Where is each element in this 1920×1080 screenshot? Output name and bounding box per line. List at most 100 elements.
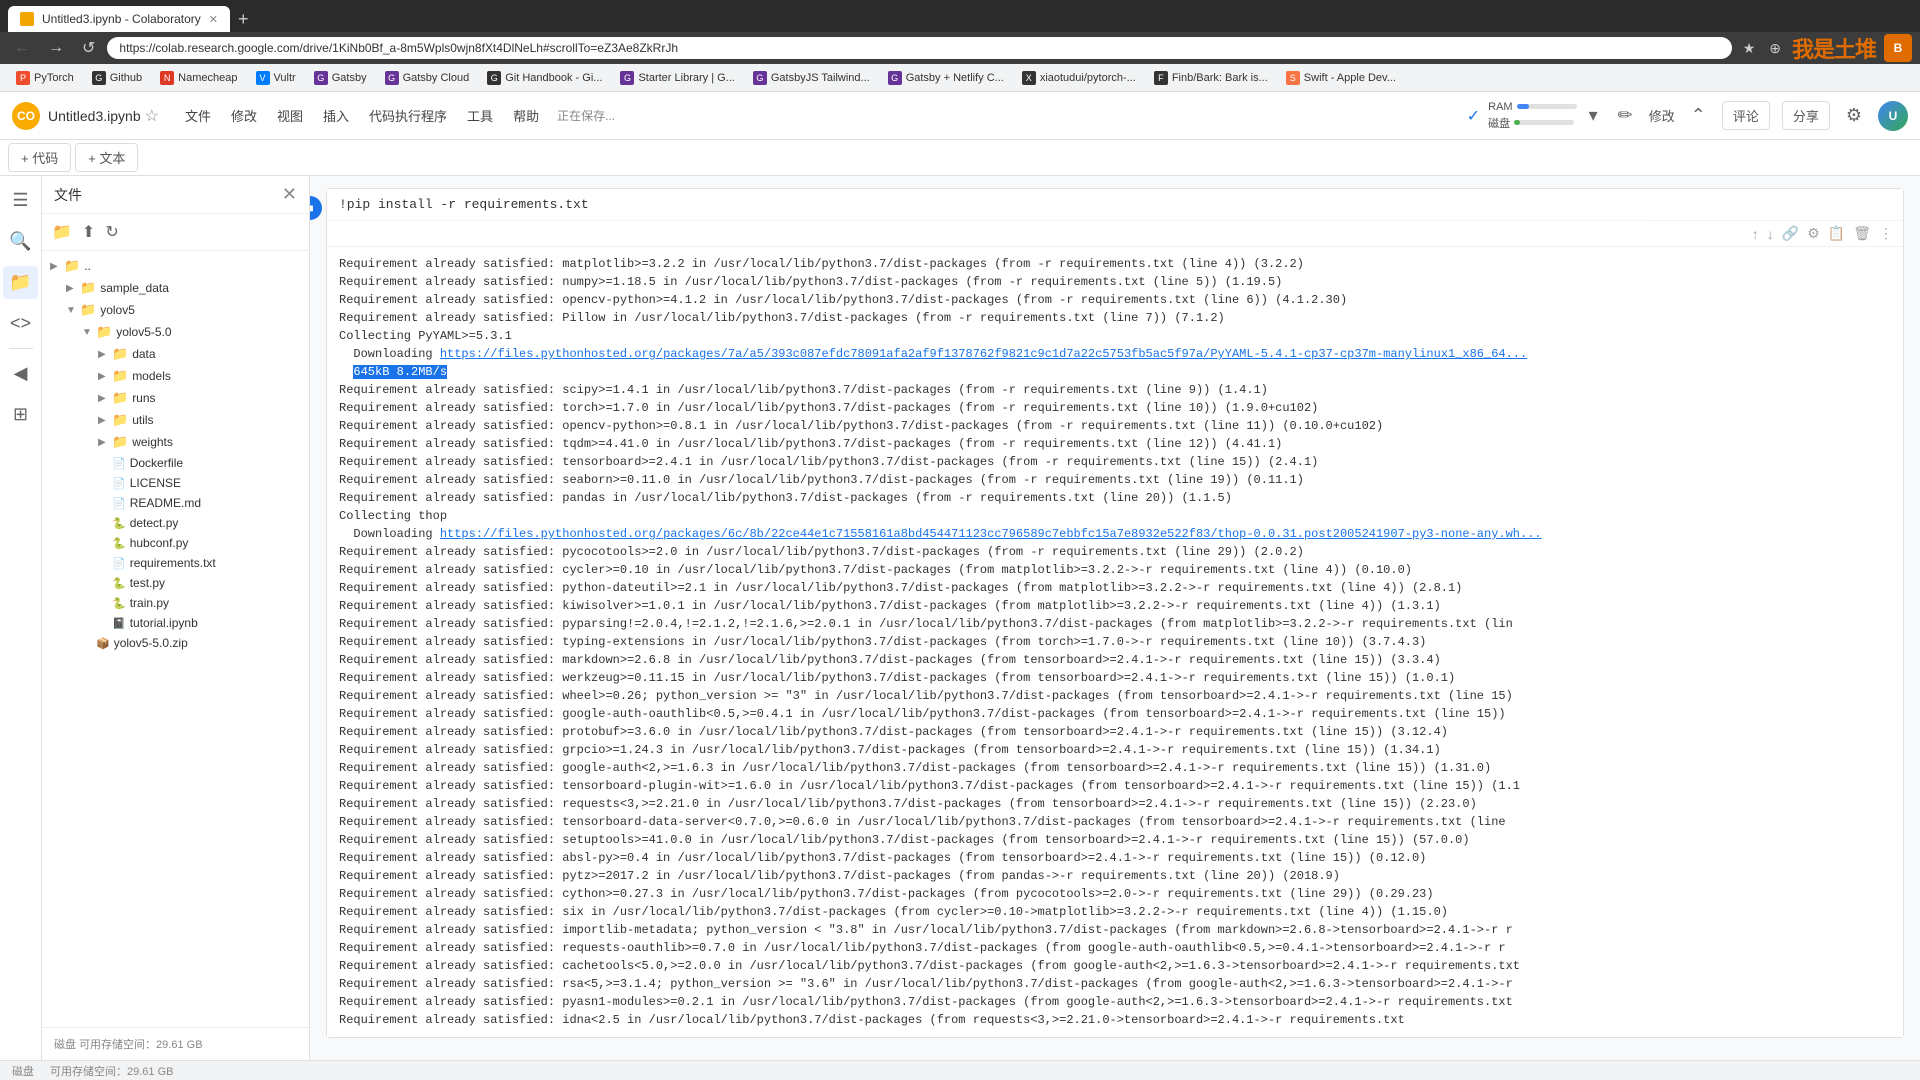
- tree-label-test: test.py: [130, 576, 165, 590]
- bookmark-git-handbook[interactable]: G Git Handbook - Gi...: [479, 68, 610, 88]
- forward-btn[interactable]: →: [42, 37, 70, 59]
- bookmark-namecheap[interactable]: N Namecheap: [152, 68, 245, 88]
- bookmark-gatsby-cloud[interactable]: G Gatsby Cloud: [377, 68, 478, 88]
- tree-label-dockerfile: Dockerfile: [130, 456, 183, 470]
- sidebar-actions: 📁 ⬆ ↻: [42, 214, 309, 251]
- menu-file[interactable]: 文件: [175, 100, 221, 131]
- edit-btn[interactable]: ✏: [1614, 101, 1637, 130]
- tree-item-sample-data[interactable]: ▶ 📁 sample_data: [58, 277, 309, 299]
- tree-item-requirements[interactable]: ▶ 📄 requirements.txt: [90, 553, 309, 573]
- colab-filename: Untitled3.ipynb: [48, 108, 141, 124]
- new-tab-btn[interactable]: +: [230, 9, 257, 30]
- disk-progress-fill: [1514, 120, 1520, 125]
- tree-item-hubconf[interactable]: ▶ 🐍 hubconf.py: [90, 533, 309, 553]
- add-text-label: + 文本: [88, 148, 125, 167]
- cell-up-btn[interactable]: ↑: [1750, 224, 1761, 244]
- tree-label-hubconf: hubconf.py: [130, 536, 189, 550]
- bookmark-pytorch[interactable]: P PyTorch: [8, 68, 82, 88]
- cell-settings-btn[interactable]: ⚙: [1805, 223, 1822, 244]
- tree-item-parent[interactable]: ▶ 📁 ..: [42, 255, 309, 277]
- tree-item-tutorial[interactable]: ▶ 📓 tutorial.ipynb: [90, 613, 309, 633]
- tree-label-yolov5: yolov5: [100, 303, 135, 317]
- sidebar-upload-btn[interactable]: ⬆: [80, 220, 97, 244]
- sidebar-new-folder-btn[interactable]: 📁: [50, 220, 74, 244]
- bookmark-xiaotudui[interactable]: X xiaotudui/pytorch-...: [1014, 68, 1144, 88]
- expand-btn[interactable]: ⌃: [1687, 101, 1710, 130]
- address-bar[interactable]: [107, 37, 1731, 59]
- refresh-btn[interactable]: ↺: [76, 36, 101, 60]
- dropdown-btn[interactable]: ▾: [1585, 101, 1602, 130]
- cell-run-btn[interactable]: ■: [310, 196, 322, 220]
- bookmark-gatsbyjs-tailwind[interactable]: G GatsbyJS Tailwind...: [745, 68, 878, 88]
- menu-view[interactable]: 视图: [267, 100, 313, 131]
- bookmark-gatsby[interactable]: G Gatsby: [306, 68, 375, 88]
- tree-chevron-yolov5: ▼: [66, 305, 76, 316]
- add-text-btn[interactable]: + 文本: [75, 143, 138, 172]
- tree-item-runs[interactable]: ▶ 📁 runs: [90, 387, 309, 409]
- menu-edit[interactable]: 修改: [221, 100, 267, 131]
- bookmark-vultr[interactable]: V Vultr: [248, 68, 304, 88]
- cell-toolbar: ↑ ↓ 🔗 ⚙ 📋 🗑 ⋮: [327, 220, 1903, 246]
- colab-star-btn[interactable]: ☆: [145, 106, 159, 126]
- share-label[interactable]: 分享: [1782, 101, 1830, 130]
- tree-item-utils[interactable]: ▶ 📁 utils: [90, 409, 309, 431]
- tree-file-icon-train: 🐍: [112, 597, 126, 610]
- tree-label-readme: README.md: [130, 496, 201, 510]
- menu-insert[interactable]: 插入: [313, 100, 359, 131]
- tab-title: Untitled3.ipynb - Colaboratory: [42, 12, 201, 26]
- status-disk-label: 磁盘: [12, 1063, 34, 1079]
- tree-item-readme[interactable]: ▶ 📄 README.md: [90, 493, 309, 513]
- add-code-btn[interactable]: + 代码: [8, 143, 71, 172]
- tree-item-data[interactable]: ▶ 📁 data: [90, 343, 309, 365]
- cell-more-btn[interactable]: ⋮: [1877, 223, 1895, 244]
- menu-runtime[interactable]: 代码执行程序: [359, 100, 457, 131]
- nav-search-btn[interactable]: 🔍: [3, 225, 37, 258]
- tree-item-license[interactable]: ▶ 📄 LICENSE: [90, 473, 309, 493]
- active-tab[interactable]: Untitled3.ipynb - Colaboratory ✕: [8, 6, 230, 32]
- tree-item-yolov5[interactable]: ▼ 📁 yolov5: [58, 299, 309, 321]
- tree-file-icon-license: 📄: [112, 477, 126, 490]
- tree-item-detect[interactable]: ▶ 🐍 detect.py: [90, 513, 309, 533]
- tree-item-zip[interactable]: ▶ 📦 yolov5-5.0.zip: [74, 633, 309, 653]
- user-avatar[interactable]: U: [1878, 101, 1908, 131]
- bookmark-gatsbyjs-tailwind-icon: G: [753, 71, 767, 85]
- settings-btn[interactable]: ⚙: [1842, 101, 1866, 130]
- sidebar-refresh-btn[interactable]: ↻: [103, 220, 120, 244]
- cell-input[interactable]: !pip install -r requirements.txt: [327, 189, 1903, 220]
- cell-down-btn[interactable]: ↓: [1765, 224, 1776, 244]
- menu-tools[interactable]: 工具: [457, 100, 503, 131]
- tree-item-models[interactable]: ▶ 📁 models: [90, 365, 309, 387]
- bookmark-github[interactable]: G Github: [84, 68, 150, 88]
- cell-copy-btn[interactable]: 📋: [1826, 223, 1847, 244]
- nav-files-btn[interactable]: 📁: [3, 266, 37, 299]
- nav-bottom-btn[interactable]: ⊞: [7, 398, 34, 431]
- nav-menu-btn[interactable]: ☰: [6, 184, 34, 217]
- sidebar-close-btn[interactable]: ✕: [282, 184, 297, 205]
- nav-arrow-btn[interactable]: ◀: [8, 357, 34, 390]
- browser-action-btn1[interactable]: ★: [1738, 38, 1761, 59]
- tree-folder-icon-yolov5-50: 📁: [96, 324, 112, 340]
- colab-body: ☰ 🔍 📁 <> ◀ ⊞ 文件 ✕ 📁 ⬆ ↻ ▶ 📁: [0, 176, 1920, 1060]
- tree-item-dockerfile[interactable]: ▶ 📄 Dockerfile: [90, 453, 309, 473]
- comment-label[interactable]: 评论: [1722, 101, 1770, 130]
- cell-link-btn[interactable]: 🔗: [1780, 223, 1801, 244]
- bookmark-gatsby-netlify[interactable]: G Gatsby + Netlify C...: [880, 68, 1012, 88]
- sidebar-header: 文件 ✕: [42, 176, 309, 214]
- menu-help[interactable]: 帮助: [503, 100, 549, 131]
- back-btn[interactable]: ←: [8, 37, 36, 59]
- tree-label-weights: weights: [132, 435, 173, 449]
- tree-item-yolov5-50[interactable]: ▼ 📁 yolov5-5.0: [74, 321, 309, 343]
- colab-app: CO Untitled3.ipynb ☆ 文件 修改 视图 插入 代码执行程序 …: [0, 92, 1920, 1080]
- tree-item-weights[interactable]: ▶ 📁 weights: [90, 431, 309, 453]
- bookmark-swift[interactable]: S Swift - Apple Dev...: [1278, 68, 1404, 88]
- cell-delete-btn[interactable]: 🗑: [1851, 223, 1873, 244]
- bookmark-starter-library[interactable]: G Starter Library | G...: [612, 68, 742, 88]
- bookmark-finb-bark[interactable]: F Finb/Bark: Bark is...: [1146, 68, 1276, 88]
- tree-item-test[interactable]: ▶ 🐍 test.py: [90, 573, 309, 593]
- browser-action-btn2[interactable]: ⊕: [1764, 38, 1786, 59]
- nav-code-btn[interactable]: <>: [4, 307, 37, 340]
- tree-item-train[interactable]: ▶ 🐍 train.py: [90, 593, 309, 613]
- colab-logo-text: CO: [17, 109, 35, 123]
- tab-close-btn[interactable]: ✕: [209, 13, 218, 26]
- bookmark-starter-library-icon: G: [620, 71, 634, 85]
